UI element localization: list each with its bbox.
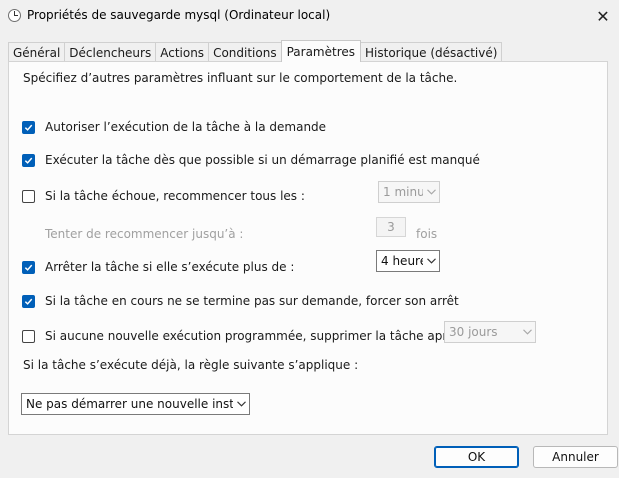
run-asap-checkbox[interactable] [22,154,35,167]
force-stop-label[interactable]: Si la tâche en cours ne se termine pas s… [45,294,459,308]
restart-on-fail-checkbox[interactable] [22,190,35,203]
tab-strip: Général Déclencheurs Actions Conditions … [8,40,503,62]
chevron-down-icon [519,329,535,335]
cancel-button[interactable]: Annuler [533,446,618,468]
run-asap-label[interactable]: Exécuter la tâche dès que possible si un… [45,153,480,167]
tab-conditions[interactable]: Conditions [208,42,282,62]
task-scheduler-icon [8,9,21,22]
delete-after-value: 30 jours [449,325,498,339]
settings-intro: Spécifiez d’autres paramètres influant s… [23,71,458,85]
stop-if-longer-label[interactable]: Arrêter la tâche si elle s’exécute plus … [45,260,294,274]
restart-attempts-input: 3 [376,217,406,237]
tab-settings[interactable]: Paramètres [280,40,361,62]
allow-demand-label[interactable]: Autoriser l’exécution de la tâche à la d… [45,120,326,134]
restart-attempts-label: Tenter de recommencer jusqu’à : [45,227,244,241]
settings-panel: Spécifiez d’autres paramètres influant s… [8,61,608,435]
delete-after-checkbox[interactable] [22,330,35,343]
tab-history[interactable]: Historique (désactivé) [360,42,503,62]
stop-duration-dropdown[interactable]: 4 heures [376,250,440,272]
tab-triggers[interactable]: Déclencheurs [64,42,157,62]
title-bar: Propriétés de sauvegarde mysql (Ordinate… [0,0,619,32]
rule-label: Si la tâche s’exécute déjà, la règle sui… [23,358,359,372]
allow-demand-checkbox[interactable] [22,121,35,134]
close-icon[interactable]: ✕ [587,0,619,32]
chevron-down-icon [233,401,249,407]
check-icon [24,298,33,305]
stop-if-longer-checkbox[interactable] [22,261,35,274]
rule-value: Ne pas démarrer une nouvelle instance [26,397,233,411]
tab-actions[interactable]: Actions [155,42,210,62]
chevron-down-icon [423,189,439,195]
tab-general[interactable]: Général [8,42,66,62]
ok-button[interactable]: OK [434,446,519,468]
restart-interval-dropdown: 1 minute [378,181,440,203]
restart-on-fail-label[interactable]: Si la tâche échoue, recommencer tous les… [45,189,305,203]
delete-after-label[interactable]: Si aucune nouvelle exécution programmée,… [45,329,469,343]
force-stop-checkbox[interactable] [22,295,35,308]
restart-attempts-unit: fois [416,227,438,241]
chevron-down-icon [423,258,439,264]
check-icon [24,264,33,271]
stop-duration-value: 4 heures [381,254,423,268]
restart-interval-value: 1 minute [383,185,423,199]
check-icon [24,157,33,164]
window-title: Propriétés de sauvegarde mysql (Ordinate… [27,8,331,22]
rule-dropdown[interactable]: Ne pas démarrer une nouvelle instance [21,393,250,415]
check-icon [24,124,33,131]
delete-after-dropdown: 30 jours [444,321,536,343]
